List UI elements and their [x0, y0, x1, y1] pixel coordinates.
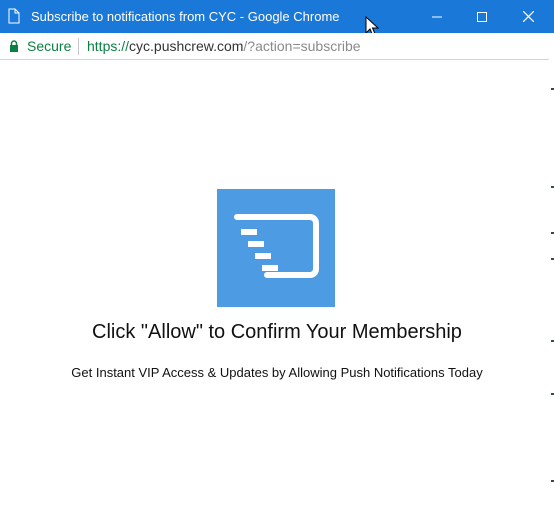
pushcrew-logo-icon — [234, 214, 319, 278]
browser-window: Subscribe to notifications from CYC - Go… — [0, 0, 554, 511]
secure-label[interactable]: Secure — [27, 38, 71, 55]
confirm-subheading: Get Instant VIP Access & Updates by Allo… — [71, 365, 483, 380]
close-icon — [522, 11, 534, 22]
url-host: cyc.pushcrew.com — [129, 38, 244, 54]
url-scheme: https:// — [87, 38, 130, 54]
maximize-button[interactable] — [459, 0, 505, 33]
confirm-heading: Click "Allow" to Confirm Your Membership — [92, 321, 462, 343]
close-button[interactable] — [505, 0, 551, 33]
window-title: Subscribe to notifications from CYC - Go… — [31, 9, 340, 24]
page-icon — [8, 8, 20, 24]
window-edge — [549, 33, 554, 511]
url-path: /?action=subscribe — [243, 38, 361, 54]
url-text[interactable]: https://cyc.pushcrew.com/?action=subscri… — [87, 38, 361, 55]
minimize-button[interactable] — [414, 0, 460, 33]
maximize-icon — [477, 11, 487, 22]
minimize-icon — [432, 16, 442, 17]
title-bar[interactable]: Subscribe to notifications from CYC - Go… — [0, 0, 554, 37]
address-separator — [78, 38, 79, 55]
pushcrew-logo — [217, 189, 335, 307]
address-bar[interactable]: Secure https://cyc.pushcrew.com/?action=… — [0, 33, 554, 60]
lock-icon[interactable] — [9, 40, 19, 52]
